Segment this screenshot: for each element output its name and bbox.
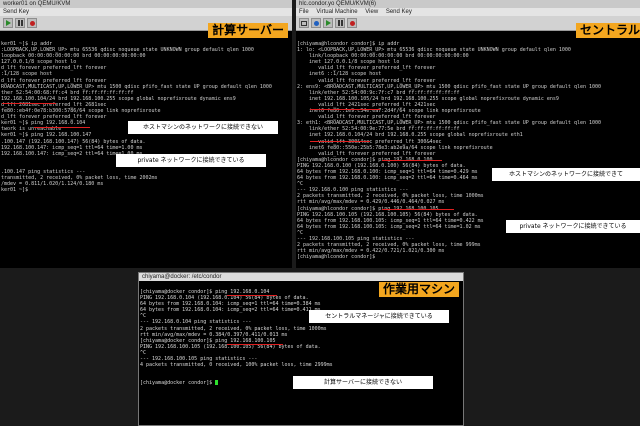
work-machine-label: 作業用マシン bbox=[378, 282, 459, 297]
right-terminal[interactable]: [chiyama@hlcondor condor]$ ip addr 1: lo:… bbox=[296, 41, 640, 268]
terminal-line: ker01 ~]$ bbox=[1, 187, 29, 194]
terminal-line: [chiyama@hlcondor condor]$ bbox=[297, 254, 376, 261]
terminal-line: 2: ens9: <BROADCAST,MULTICAST,UP,LOWER_U… bbox=[297, 83, 602, 90]
ping-underline bbox=[382, 160, 442, 161]
menu-send-key[interactable]: Send Key bbox=[386, 9, 412, 15]
power-icon bbox=[29, 20, 35, 26]
ping-underline bbox=[34, 127, 90, 128]
bottom-window-title: chiyama@docker: /etc/condor bbox=[139, 273, 463, 281]
ip-underline bbox=[2, 103, 56, 104]
menu-send-key[interactable]: Send Key bbox=[3, 9, 29, 15]
play-icon bbox=[5, 20, 11, 26]
right-vm-window: hlc.condor.yo QEMU/KVM(6) File Virtual M… bbox=[296, 0, 640, 268]
monitor-icon bbox=[301, 20, 307, 26]
details-button[interactable] bbox=[311, 18, 321, 28]
right-menubar: File Virtual Machine View Send Key bbox=[296, 8, 640, 16]
run-button[interactable] bbox=[323, 18, 333, 28]
menu-file[interactable]: File bbox=[299, 9, 309, 15]
cursor-icon bbox=[215, 380, 219, 386]
left-annotation-2: private ネットワークに接続できている bbox=[116, 154, 266, 167]
compute-server-label: 計算サーバー bbox=[208, 23, 288, 38]
left-window-title: worker01 on QEMU/KVM bbox=[0, 0, 292, 8]
central-label: セントラル bbox=[575, 23, 640, 38]
ping-underline bbox=[227, 295, 277, 296]
console-button[interactable] bbox=[299, 18, 309, 28]
menu-view[interactable]: View bbox=[365, 9, 378, 15]
bottom-annotation-2: 計算サーバーに接続できない bbox=[293, 376, 433, 389]
right-annotation-2: private ネットワークに接続できている bbox=[506, 220, 640, 233]
shutdown-button[interactable] bbox=[27, 18, 37, 28]
menu-virtual-machine[interactable]: Virtual Machine bbox=[316, 9, 357, 15]
power-icon bbox=[349, 20, 355, 26]
info-icon bbox=[313, 20, 319, 26]
pause-button[interactable] bbox=[335, 18, 345, 28]
pause-icon bbox=[17, 20, 23, 26]
pause-button[interactable] bbox=[15, 18, 25, 28]
pause-icon bbox=[337, 20, 343, 26]
right-window-title: hlc.condor.yo QEMU/KVM(6) bbox=[296, 0, 640, 8]
ping-underline-2 bbox=[382, 209, 454, 210]
ip-underline bbox=[310, 109, 380, 110]
shutdown-button[interactable] bbox=[347, 18, 357, 28]
terminal-line: ROADCAST,MULTICAST,UP,LOWER_UP> mtu 1500… bbox=[1, 83, 272, 90]
left-vm-window: worker01 on QEMU/KVM Send Key 計算サーバー ker… bbox=[0, 0, 292, 268]
left-menubar: Send Key bbox=[0, 8, 292, 16]
right-annotation-1: ホストマシンのネットワークに接続できて bbox=[492, 168, 640, 181]
ping-underline-2 bbox=[227, 344, 283, 345]
run-button[interactable] bbox=[3, 18, 13, 28]
ip-underline-2 bbox=[310, 141, 370, 142]
play-icon bbox=[325, 20, 331, 26]
bottom-terminal-window: chiyama@docker: /etc/condor [chiyama@doc… bbox=[138, 272, 464, 426]
bottom-annotation-1: セントラルマネージャに接続できている bbox=[309, 310, 449, 323]
left-annotation-1: ホストマシンのネットワークに接続できない bbox=[128, 121, 278, 134]
